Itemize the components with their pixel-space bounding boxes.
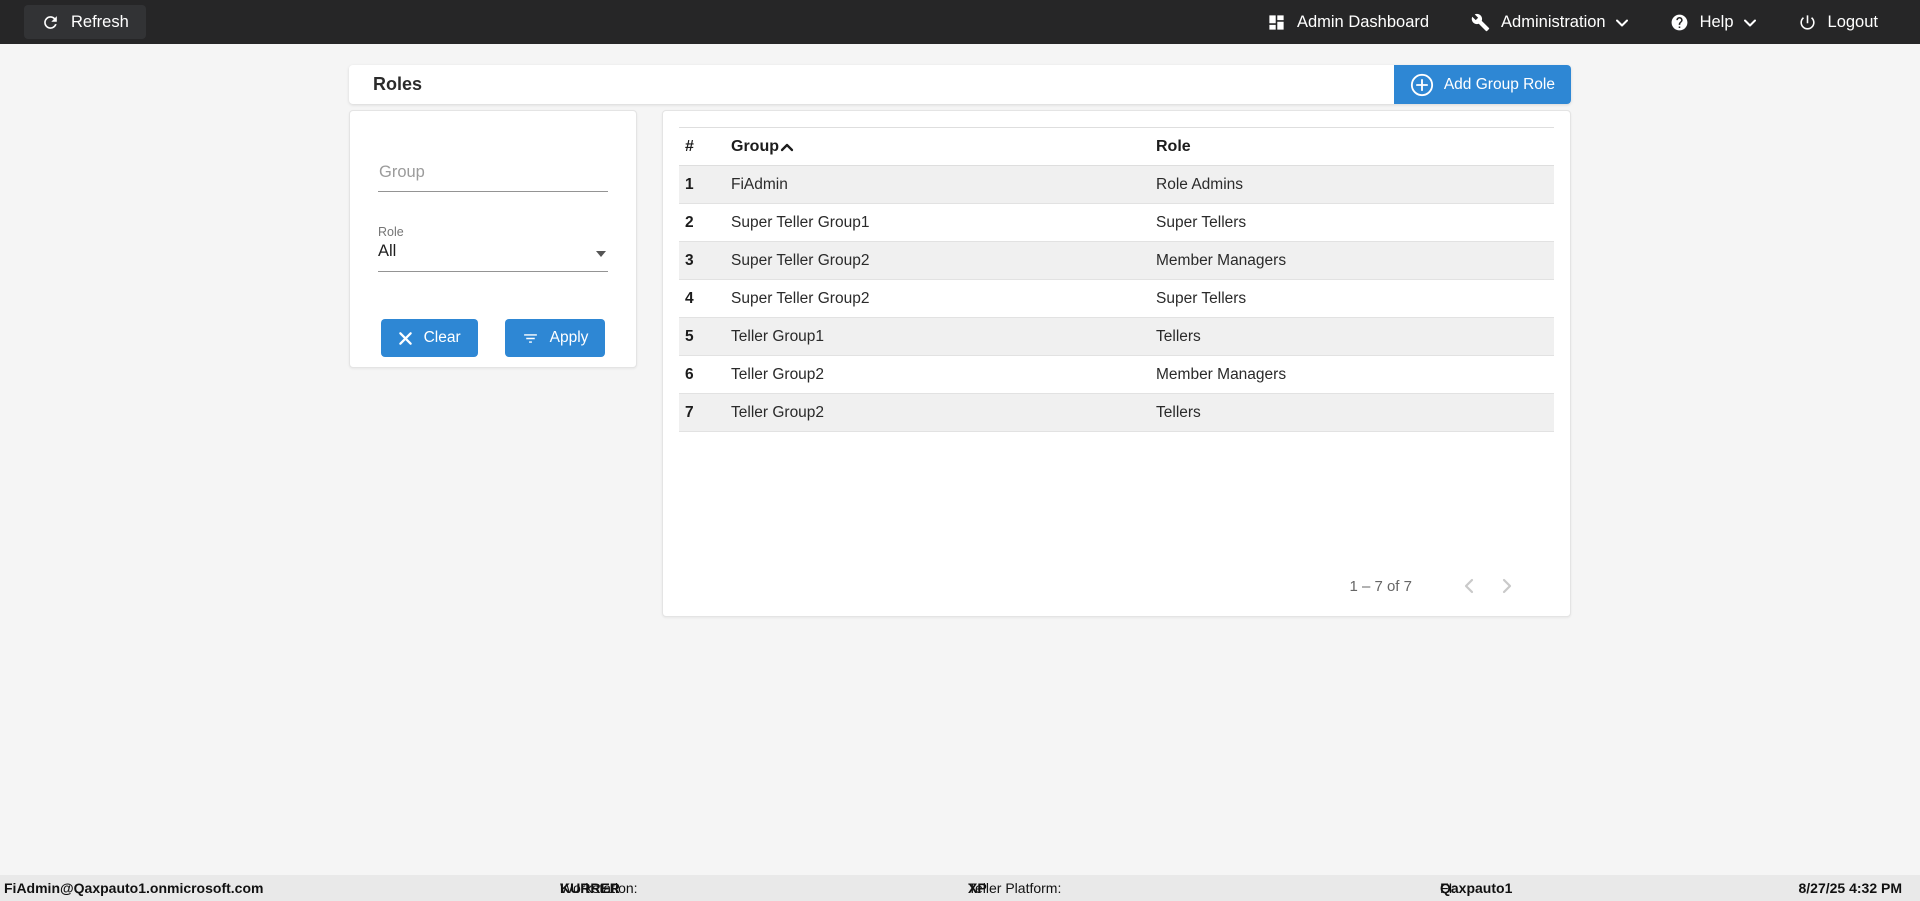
row-num: 6	[679, 356, 726, 394]
row-num: 7	[679, 394, 726, 432]
row-role: Tellers	[1151, 318, 1554, 356]
power-icon	[1798, 13, 1817, 32]
help-icon	[1670, 13, 1689, 32]
chevron-down-icon	[1744, 19, 1756, 27]
dashboard-icon	[1267, 13, 1286, 32]
filter-actions: Clear Apply	[378, 319, 608, 357]
row-group: Super Teller Group2	[726, 242, 1151, 280]
row-num: 1	[679, 166, 726, 204]
chevron-left-icon	[1458, 574, 1482, 598]
role-filter-label: Role	[378, 225, 608, 239]
top-navigation-bar: Refresh Admin Dashboard Administration H…	[0, 0, 1920, 44]
chevron-down-icon	[1616, 19, 1628, 27]
column-header-role[interactable]: Role	[1151, 128, 1554, 166]
table-row[interactable]: 3 Super Teller Group2 Member Managers	[679, 242, 1554, 280]
column-header-group[interactable]: Group	[726, 128, 1151, 166]
help-menu[interactable]: Help	[1668, 9, 1758, 36]
admin-dashboard-button[interactable]: Admin Dashboard	[1265, 9, 1431, 36]
sort-ascending-icon	[780, 143, 794, 152]
x-icon	[398, 331, 413, 346]
refresh-label: Refresh	[71, 13, 129, 32]
row-num: 5	[679, 318, 726, 356]
datetime-status: 8/27/25 4:32 PM	[1798, 875, 1902, 901]
page-title: Roles	[349, 74, 422, 95]
table-header-row: # Group Role	[679, 128, 1554, 166]
refresh-button[interactable]: Refresh	[24, 5, 146, 39]
row-role: Member Managers	[1151, 356, 1554, 394]
administration-menu[interactable]: Administration	[1469, 9, 1630, 36]
workstation-value: KURRER	[560, 875, 620, 901]
pagination: 1 – 7 of 7	[679, 566, 1554, 606]
column-header-num: #	[679, 128, 726, 166]
administration-label: Administration	[1501, 13, 1606, 32]
filter-icon	[522, 330, 539, 347]
role-filter-select[interactable]: Role All	[378, 225, 608, 272]
table-row[interactable]: 2 Super Teller Group1 Super Tellers	[679, 204, 1554, 242]
table-row[interactable]: 1 FiAdmin Role Admins	[679, 166, 1554, 204]
refresh-icon	[41, 13, 60, 32]
wrench-icon	[1471, 13, 1490, 32]
topbar-right-group: Admin Dashboard Administration Help	[1265, 9, 1880, 36]
group-filter-input[interactable]	[378, 163, 608, 192]
table-row[interactable]: 7 Teller Group2 Tellers	[679, 394, 1554, 432]
page-header-bar: Roles Add Group Role	[349, 65, 1571, 104]
help-label: Help	[1700, 13, 1734, 32]
apply-label: Apply	[550, 329, 589, 347]
next-page-button[interactable]	[1488, 574, 1524, 598]
row-role: Member Managers	[1151, 242, 1554, 280]
row-group: Super Teller Group1	[726, 204, 1151, 242]
row-num: 4	[679, 280, 726, 318]
row-role: Role Admins	[1151, 166, 1554, 204]
role-filter-value: All	[378, 242, 608, 272]
roles-table-card: # Group Role 1 FiAdmin Role Admins	[662, 110, 1571, 617]
clear-label: Clear	[424, 329, 461, 347]
add-group-role-button[interactable]: Add Group Role	[1394, 65, 1571, 104]
logout-label: Logout	[1828, 13, 1878, 32]
row-group: Super Teller Group2	[726, 280, 1151, 318]
row-role: Tellers	[1151, 394, 1554, 432]
status-bar: FiAdmin@Qaxpauto1.onmicrosoft.com Workst…	[0, 875, 1920, 901]
row-group: Teller Group2	[726, 394, 1151, 432]
column-header-group-label: Group	[731, 138, 779, 156]
platform-value: XP	[968, 875, 987, 901]
pagination-range: 1 – 7 of 7	[1349, 578, 1412, 595]
filter-panel: Role All Clear Apply	[349, 110, 637, 368]
table-row[interactable]: 6 Teller Group2 Member Managers	[679, 356, 1554, 394]
row-group: FiAdmin	[726, 166, 1151, 204]
logged-in-user: FiAdmin@Qaxpauto1.onmicrosoft.com	[4, 875, 263, 901]
row-num: 3	[679, 242, 726, 280]
row-num: 2	[679, 204, 726, 242]
apply-button[interactable]: Apply	[505, 319, 606, 357]
previous-page-button[interactable]	[1452, 574, 1488, 598]
logout-button[interactable]: Logout	[1796, 9, 1880, 36]
row-group: Teller Group2	[726, 356, 1151, 394]
row-role: Super Tellers	[1151, 280, 1554, 318]
dropdown-arrow-icon	[596, 251, 606, 257]
table-row[interactable]: 5 Teller Group1 Tellers	[679, 318, 1554, 356]
row-role: Super Tellers	[1151, 204, 1554, 242]
chevron-right-icon	[1494, 574, 1518, 598]
clear-button[interactable]: Clear	[381, 319, 478, 357]
admin-dashboard-label: Admin Dashboard	[1297, 13, 1429, 32]
table-row[interactable]: 4 Super Teller Group2 Super Tellers	[679, 280, 1554, 318]
roles-table: # Group Role 1 FiAdmin Role Admins	[679, 127, 1554, 432]
fi-value: Qaxpauto1	[1440, 875, 1512, 901]
add-group-role-label: Add Group Role	[1444, 76, 1555, 94]
plus-circle-icon	[1410, 73, 1434, 97]
row-group: Teller Group1	[726, 318, 1151, 356]
